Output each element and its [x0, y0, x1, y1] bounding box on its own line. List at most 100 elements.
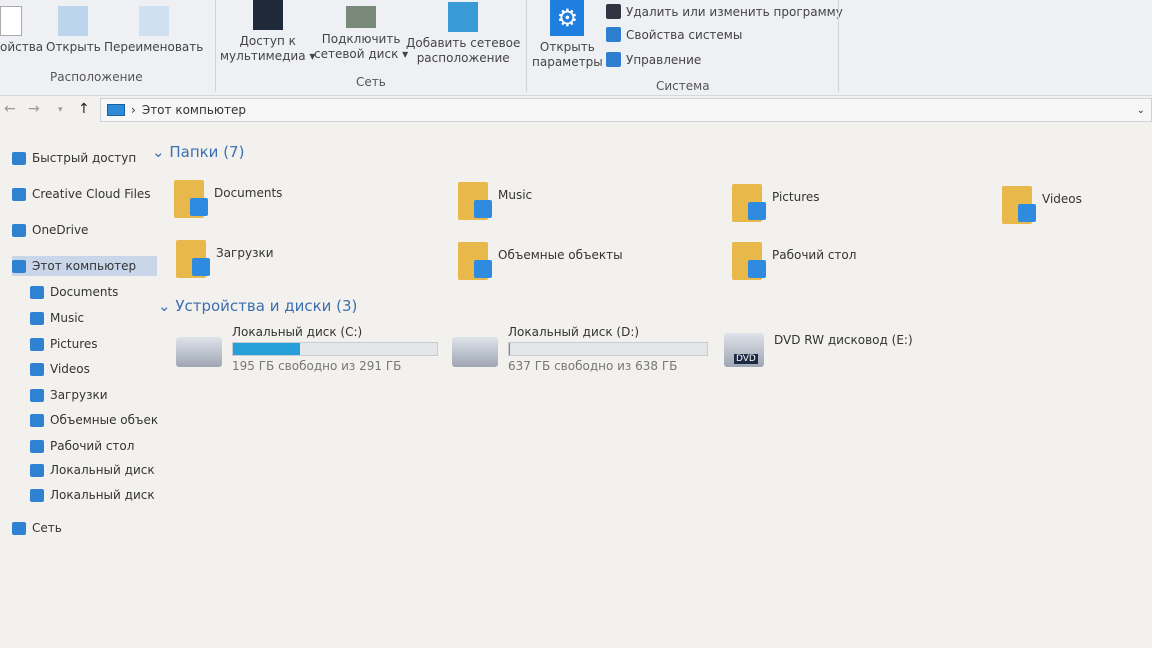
- sidebar-item-label: Creative Cloud Files: [32, 187, 151, 201]
- divider: [215, 0, 216, 92]
- uninstall-program-button[interactable]: Удалить или изменить программу: [606, 4, 843, 19]
- windows-drive-icon: [176, 337, 222, 367]
- open-icon: [58, 6, 89, 36]
- button-label: расположение: [416, 51, 510, 65]
- manage-button[interactable]: Управление: [606, 52, 701, 67]
- button-label: Свойства системы: [626, 27, 743, 42]
- folder-item[interactable]: Рабочий стол: [732, 242, 856, 280]
- button-label: Управление: [626, 52, 702, 67]
- folder-item[interactable]: Videos: [1002, 186, 1082, 224]
- drive-c[interactable]: Локальный диск (C:) 195 ГБ свободно из 2…: [176, 325, 438, 373]
- sidebar-item-label: Загрузки: [50, 388, 108, 402]
- open-settings-button[interactable]: ⚙ Открыть параметры: [532, 0, 603, 70]
- button-label: Доступ к: [239, 34, 296, 48]
- chevron-down-icon: ⌄: [152, 143, 170, 161]
- button-label: параметры: [532, 55, 603, 69]
- media-access-button[interactable]: Доступ к мультимедиа ▾: [220, 0, 315, 64]
- pictures-icon: [30, 337, 44, 351]
- sidebar-item[interactable]: Локальный диск (D:): [30, 485, 158, 505]
- sidebar-item-label: OneDrive: [32, 223, 89, 237]
- group-label-system: Система: [656, 79, 710, 93]
- button-label: Переименовать: [104, 40, 204, 54]
- sidebar-item[interactable]: OneDrive: [12, 220, 157, 240]
- sidebar-item-label: Рабочий стол: [50, 439, 135, 453]
- recent-chevron-icon[interactable]: ▾: [58, 105, 63, 115]
- system-properties-icon: [606, 27, 621, 42]
- sidebar-item[interactable]: Videos: [30, 359, 158, 379]
- divider: [838, 0, 839, 92]
- rename-button[interactable]: Переименовать: [104, 6, 203, 55]
- devices-section-header[interactable]: ⌄ Устройства и диски (3): [158, 297, 357, 315]
- folder-icon: [458, 242, 492, 280]
- button-label: сетевой диск ▾: [314, 47, 409, 61]
- folder-item[interactable]: Объемные объекты: [458, 242, 623, 280]
- folder-name: Documents: [214, 186, 283, 200]
- folder-icon: [174, 180, 208, 218]
- folder-item[interactable]: Music: [458, 182, 532, 220]
- system-properties-button[interactable]: Свойства системы: [606, 27, 742, 42]
- videos-icon: [30, 362, 44, 376]
- forward-arrow-icon[interactable]: →: [28, 101, 40, 117]
- sidebar-item-label: Быстрый доступ: [32, 151, 137, 165]
- folder-icon: [732, 184, 766, 222]
- sidebar-item[interactable]: Pictures: [30, 334, 158, 354]
- add-network-location-button[interactable]: Добавить сетевое расположение: [406, 2, 520, 66]
- map-network-drive-button[interactable]: Подключить сетевой диск ▾: [314, 6, 408, 62]
- sidebar-item[interactable]: Объемные объекты: [30, 410, 158, 430]
- section-title: Папки (7): [169, 143, 245, 161]
- address-row: ← → ▾ ↑ › Этот компьютер ⌄: [0, 97, 1152, 123]
- back-arrow-icon[interactable]: ←: [4, 101, 16, 117]
- folder-icon: [458, 182, 492, 220]
- drive-icon: [30, 463, 44, 477]
- sidebar-item-label: Сеть: [32, 521, 62, 535]
- sidebar-item-label: Music: [50, 311, 85, 325]
- download-icon: [30, 388, 44, 402]
- network-icon: [12, 521, 26, 535]
- up-arrow-icon[interactable]: ↑: [78, 101, 90, 117]
- sidebar-item[interactable]: Music: [30, 308, 158, 328]
- chevron-down-icon[interactable]: ⌄: [1137, 105, 1145, 116]
- properties-button[interactable]: ойства: [0, 6, 43, 55]
- checkmark-icon: [0, 6, 22, 36]
- sidebar-item[interactable]: Documents: [30, 282, 158, 302]
- breadcrumb[interactable]: Этот компьютер: [142, 103, 246, 117]
- folders-section-header[interactable]: ⌄ Папки (7): [152, 143, 244, 161]
- gear-icon: ⚙: [550, 0, 585, 36]
- sidebar-item[interactable]: Creative Cloud Files: [12, 184, 157, 204]
- drive-name: Локальный диск (D:): [508, 325, 640, 339]
- documents-icon: [30, 285, 44, 299]
- sidebar-item[interactable]: Сеть: [12, 518, 157, 538]
- open-button[interactable]: Открыть: [46, 6, 101, 55]
- folder-name: Объемные объекты: [498, 248, 623, 262]
- folder-item[interactable]: Загрузки: [176, 240, 274, 278]
- drive-d[interactable]: Локальный диск (D:) 637 ГБ свободно из 6…: [452, 325, 708, 373]
- folder-item[interactable]: Pictures: [732, 184, 820, 222]
- group-label-location: Расположение: [50, 70, 143, 84]
- sidebar-item[interactable]: Этот компьютер: [12, 256, 157, 276]
- folder-item[interactable]: Documents: [174, 180, 282, 218]
- folder-name: Videos: [1042, 192, 1082, 206]
- chevron-down-icon: ⌄: [158, 297, 176, 315]
- drive-icon: [30, 488, 44, 502]
- button-label: ойства: [0, 40, 44, 54]
- sidebar-item[interactable]: Рабочий стол: [30, 436, 158, 456]
- sidebar-item-label: Videos: [50, 362, 90, 376]
- sidebar-item[interactable]: Загрузки: [30, 385, 158, 405]
- folder-icon: [12, 187, 26, 201]
- folder-name: Загрузки: [216, 246, 274, 260]
- drive-e-dvd[interactable]: DVD DVD RW дисковод (E:): [724, 333, 913, 367]
- ribbon: ойства Открыть Переименовать Расположени…: [0, 0, 1152, 96]
- drive-name: DVD RW дисковод (E:): [774, 333, 913, 347]
- computer-icon: [12, 259, 26, 273]
- breadcrumb-separator: ›: [131, 103, 136, 117]
- sidebar-item[interactable]: Локальный диск (C:): [30, 460, 158, 480]
- group-label-network: Сеть: [356, 75, 386, 89]
- sidebar-item[interactable]: Быстрый доступ: [12, 148, 157, 168]
- folder-icon: [1002, 186, 1036, 224]
- sidebar-item-label: Объемные объекты: [50, 413, 158, 427]
- dvd-badge: DVD: [734, 354, 758, 364]
- 3d-objects-icon: [30, 413, 44, 427]
- drive-name: Локальный диск (C:): [232, 325, 363, 339]
- address-bar[interactable]: › Этот компьютер ⌄: [100, 98, 1152, 122]
- button-label: мультимедиа ▾: [220, 49, 316, 63]
